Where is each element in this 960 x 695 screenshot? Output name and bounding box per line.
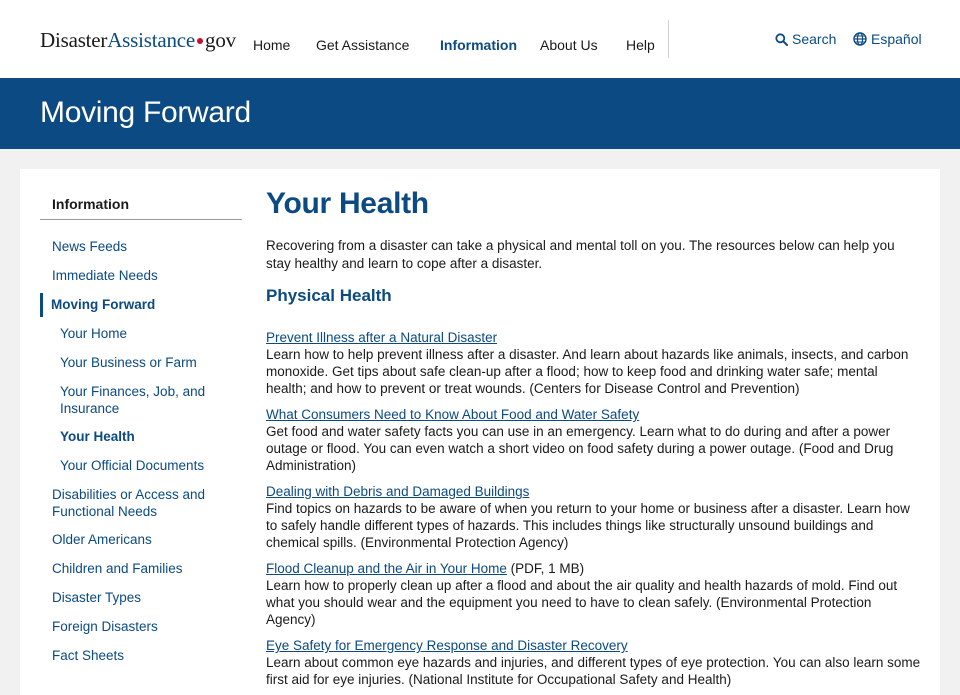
sidebar-item-your-home[interactable]: Your Home: [60, 325, 245, 342]
search-label: Search: [792, 31, 837, 47]
sidebar-item-finances-job-insurance[interactable]: Your Finances, Job, and Insurance: [60, 383, 220, 417]
logo-dot-icon: [197, 38, 204, 45]
sidebar-item-disabilities[interactable]: Disabilities or Access and Functional Ne…: [52, 486, 222, 520]
nav-divider: [668, 20, 669, 58]
resource-item: Dealing with Debris and Damaged Building…: [266, 483, 921, 551]
sidebar-item-fact-sheets[interactable]: Fact Sheets: [52, 647, 237, 664]
resource-link-food-water-safety[interactable]: What Consumers Need to Know About Food a…: [266, 407, 639, 422]
sidebar-heading: Information: [52, 196, 129, 212]
sidebar-item-immediate-needs[interactable]: Immediate Needs: [52, 267, 237, 284]
sidebar-item-official-documents[interactable]: Your Official Documents: [60, 457, 245, 474]
sidebar-item-business-farm[interactable]: Your Business or Farm: [60, 354, 245, 371]
sidebar-divider: [40, 219, 242, 220]
resource-link-prevent-illness[interactable]: Prevent Illness after a Natural Disaster: [266, 330, 497, 345]
resource-link-eye-safety[interactable]: Eye Safety for Emergency Response and Di…: [266, 638, 628, 653]
section-heading-physical-health: Physical Health: [266, 286, 392, 305]
intro-text: Recovering from a disaster can take a ph…: [266, 238, 895, 271]
resource-item: What Consumers Need to Know About Food a…: [266, 406, 921, 474]
resource-link-flood-cleanup[interactable]: Flood Cleanup and the Air in Your Home: [266, 561, 507, 576]
resource-item: Eye Safety for Emergency Response and Di…: [266, 637, 921, 688]
logo-text-disaster: Disaster: [40, 28, 108, 52]
page-banner: Moving Forward: [0, 78, 960, 149]
sidebar-item-older-americans[interactable]: Older Americans: [52, 531, 237, 548]
resource-link-debris-buildings[interactable]: Dealing with Debris and Damaged Building…: [266, 484, 529, 499]
nav-help[interactable]: Help: [626, 37, 655, 53]
banner-title: Moving Forward: [40, 96, 251, 129]
sidebar-active-indicator: [40, 293, 43, 317]
sidebar-item-news-feeds[interactable]: News Feeds: [52, 238, 237, 255]
page-title: Your Health: [266, 187, 429, 220]
sidebar-item-disaster-types[interactable]: Disaster Types: [52, 589, 237, 606]
search-link[interactable]: Search: [775, 31, 836, 47]
resource-description: Get food and water safety facts you can …: [266, 424, 894, 473]
sidebar-item-foreign-disasters[interactable]: Foreign Disasters: [52, 618, 237, 635]
resource-item: Flood Cleanup and the Air in Your Home (…: [266, 560, 921, 628]
sidebar-item-your-health[interactable]: Your Health: [60, 428, 245, 445]
logo-text-gov: gov: [205, 28, 236, 52]
resource-description: Learn about common eye hazards and injur…: [266, 655, 921, 687]
logo-text-assistance: Assistance: [107, 28, 196, 52]
language-label: Español: [871, 31, 922, 47]
resource-description: Find topics on hazards to be aware of wh…: [266, 501, 910, 550]
globe-icon: [853, 32, 867, 46]
resource-description: Learn how to help prevent illness after …: [266, 347, 909, 396]
sidebar-item-children-families[interactable]: Children and Families: [52, 560, 237, 577]
site-header: DisasterAssistance gov Home Get Assistanc…: [0, 0, 960, 78]
resource-file-info: (PDF, 1 MB): [506, 561, 585, 576]
search-icon: [775, 32, 788, 46]
nav-information[interactable]: Information: [440, 37, 517, 53]
language-link[interactable]: Español: [853, 31, 922, 47]
site-logo[interactable]: DisasterAssistance gov: [40, 28, 236, 53]
resource-description: Learn how to properly clean up after a f…: [266, 578, 898, 627]
sidebar-item-moving-forward[interactable]: Moving Forward: [51, 296, 236, 313]
nav-get-assistance[interactable]: Get Assistance: [316, 37, 409, 53]
resource-item: Prevent Illness after a Natural Disaster…: [266, 329, 921, 397]
nav-home[interactable]: Home: [253, 37, 290, 53]
nav-about-us[interactable]: About Us: [540, 37, 598, 53]
